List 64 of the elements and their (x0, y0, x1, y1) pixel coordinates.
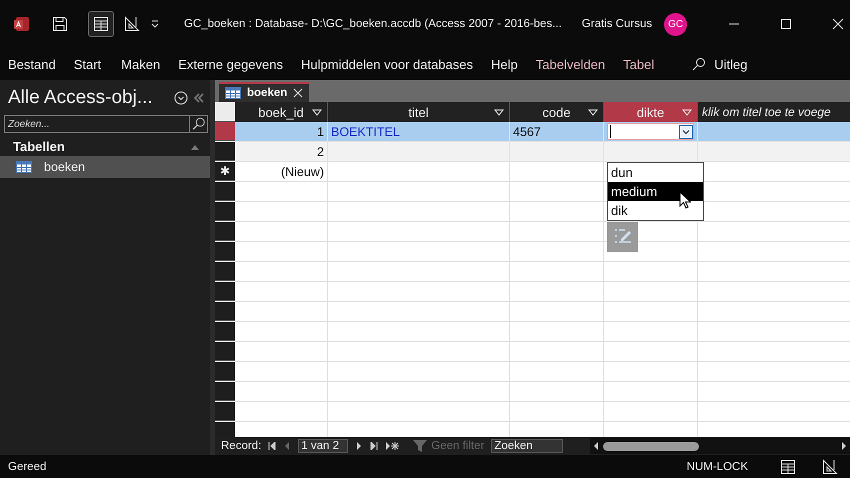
scroll-right-icon[interactable] (841, 442, 847, 450)
close-icon[interactable] (293, 88, 304, 98)
status-text: Gereed (8, 460, 48, 472)
table-icon (16, 161, 32, 173)
last-record-icon[interactable] (370, 442, 378, 450)
ribbon-tab[interactable]: Tabel (623, 56, 654, 72)
ribbon-tab[interactable]: Hulpmiddelen voor databases (301, 56, 473, 72)
record-position-field[interactable]: 1 van 2 (298, 439, 348, 453)
document-tab[interactable]: boeken (219, 82, 310, 102)
table-icon (225, 87, 241, 99)
filter-arrow-icon[interactable] (588, 109, 598, 116)
scroll-thumb[interactable] (603, 442, 700, 450)
previous-record-icon[interactable] (283, 442, 292, 450)
nav-item[interactable]: boeken (0, 156, 210, 178)
search-icon[interactable] (190, 115, 208, 133)
ribbon-tab[interactable]: Externe gegevens (178, 56, 283, 72)
search-icon[interactable] (692, 57, 706, 71)
filter-arrow-icon[interactable] (494, 109, 504, 116)
dropdown-option[interactable]: medium (608, 182, 703, 201)
table-cell: 2 (317, 144, 324, 158)
first-record-icon[interactable] (268, 442, 276, 450)
maximize-icon[interactable] (780, 18, 792, 30)
menu-chevron-icon[interactable] (174, 91, 188, 105)
mouse-cursor-icon (679, 191, 691, 209)
ribbon-tab[interactable]: Help (491, 56, 518, 72)
next-record-icon[interactable] (355, 442, 364, 450)
combo-field[interactable] (607, 123, 694, 140)
design-view-icon[interactable] (124, 16, 140, 32)
record-selector[interactable]: ✱ (215, 162, 235, 181)
record-search-field[interactable]: Zoeken (491, 439, 564, 453)
nav-pane-title: Alle Access-obj... (8, 87, 154, 109)
select-all-corner[interactable] (215, 102, 235, 122)
table-cell: 1 (317, 124, 324, 138)
ribbon-tab[interactable]: Start (74, 56, 102, 72)
group-header[interactable]: Tabellen (13, 139, 65, 154)
table-cell: BOEKTITEL (331, 124, 400, 138)
new-record-icon[interactable] (385, 442, 400, 450)
dropdown-option[interactable]: dun (608, 163, 703, 182)
search-field[interactable]: Zoeken... (4, 115, 190, 133)
filter-arrow-icon[interactable] (312, 109, 322, 116)
close-icon[interactable] (832, 18, 844, 30)
ribbon-tab[interactable]: Tabelvelden (536, 56, 606, 72)
horizontal-scrollbar[interactable] (590, 438, 850, 454)
app-logo-icon (14, 16, 30, 32)
tell-me-field[interactable]: Uitleg (714, 56, 748, 72)
account-avatar[interactable]: GC (664, 12, 688, 36)
record-label: Record: (221, 440, 262, 452)
scroll-left-icon[interactable] (593, 442, 600, 450)
filter-icon (412, 439, 428, 453)
status-indicator: NUM-LOCK (686, 460, 748, 472)
dropdown-option[interactable]: dik (608, 201, 703, 220)
ribbon-tab[interactable]: Bestand (8, 56, 56, 72)
account-name[interactable]: Gratis Cursus (582, 18, 652, 30)
customize-caret-icon[interactable] (150, 19, 160, 29)
window-title: GC_boeken : Database- D:\GC_boeken.accdb (Access 2007 - 2016-bes... (184, 18, 562, 30)
datasheet-view-icon[interactable] (88, 11, 114, 37)
column-header[interactable]: dikte (604, 102, 698, 122)
design-view-icon[interactable] (822, 458, 838, 474)
dropdown-caret-icon[interactable] (679, 124, 693, 138)
table-cell: 4567 (513, 124, 541, 138)
ribbon-tab[interactable]: Maken (121, 56, 160, 72)
collapse-icon[interactable] (194, 93, 204, 103)
table-cell: (Nieuw) (280, 164, 324, 178)
save-icon[interactable] (52, 16, 68, 32)
